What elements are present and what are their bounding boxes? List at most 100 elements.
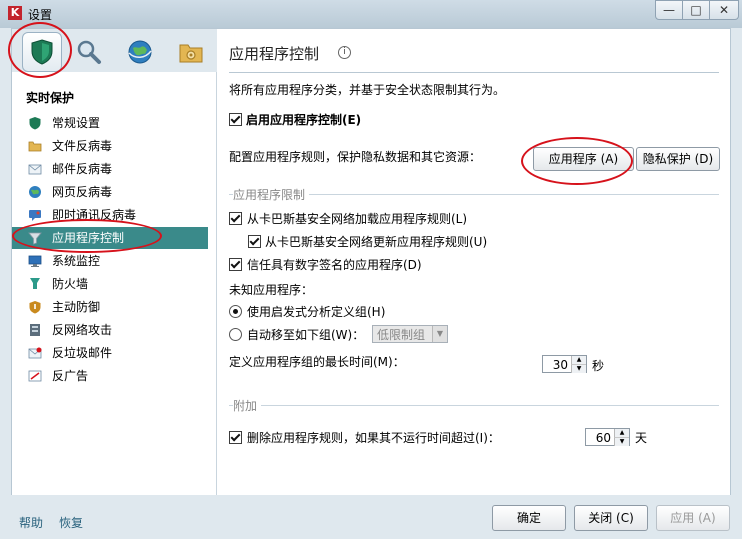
- sidebar-item-label: 主动防御: [52, 300, 101, 314]
- max-time-label: 定义应用程序组的最长时间(M)：: [229, 355, 405, 369]
- ok-button[interactable]: 确定: [492, 505, 566, 531]
- sidebar-item-system-watcher[interactable]: 系统监控: [12, 250, 208, 272]
- sidebar-item-application-control[interactable]: 应用程序控制: [12, 227, 208, 249]
- settings-window: K 设置 — □ ✕ 实时保护 常规设置 文件反病毒 邮件反病毒 网页反病毒 即…: [0, 0, 742, 539]
- chevron-down-icon: ▼: [432, 326, 447, 342]
- sidebar-item-label: 系统监控: [52, 254, 101, 268]
- sidebar-item-label: 常规设置: [52, 116, 101, 130]
- shield-icon: [29, 117, 41, 130]
- max-time-unit: 秒: [592, 359, 605, 373]
- magnifier-icon: [77, 40, 101, 64]
- content-pane: 应用程序控制 i 将所有应用程序分类，并基于安全状态限制其行为。 启用应用程序控…: [217, 29, 730, 496]
- unknown-apps-label: 未知应用程序：: [229, 283, 314, 297]
- delete-rules-label: 删除应用程序规则，如果其不运行时间超过(I)：: [247, 431, 500, 445]
- network-icon: [30, 324, 40, 336]
- delete-days-value: 60: [595, 431, 611, 445]
- ad-block-icon: [28, 370, 42, 382]
- spin-up-icon[interactable]: ▲: [571, 356, 586, 365]
- shield-icon: [31, 39, 53, 65]
- update-rules-checkbox[interactable]: [248, 235, 261, 248]
- load-rules-checkbox[interactable]: [229, 212, 242, 225]
- main-panel: 实时保护 常规设置 文件反病毒 邮件反病毒 网页反病毒 即时通讯反病毒 应用程序…: [11, 28, 731, 497]
- sidebar-item-anti-banner[interactable]: 反广告: [12, 365, 208, 387]
- sidebar-item-mail-antivirus[interactable]: 邮件反病毒: [12, 158, 208, 180]
- tab-update[interactable]: [123, 35, 157, 69]
- delete-rules-checkbox[interactable]: [229, 431, 242, 444]
- monitor-icon: [28, 255, 42, 267]
- sidebar-item-network-attack-blocker[interactable]: 反网络攻击: [12, 319, 208, 341]
- sidebar-item-file-antivirus[interactable]: 文件反病毒: [12, 135, 208, 157]
- category-tabs: [12, 29, 217, 73]
- description-text: 将所有应用程序分类，并基于安全状态限制其行为。: [229, 83, 506, 97]
- sidebar-item-label: 网页反病毒: [52, 185, 113, 199]
- group-select-value: 低限制组: [377, 328, 426, 342]
- sidebar-item-label: 文件反病毒: [52, 139, 113, 153]
- delete-days-stepper[interactable]: 60 ▲ ▼: [585, 428, 630, 446]
- enable-app-control-label: 启用应用程序控制(E): [246, 113, 362, 127]
- firewall-icon: [30, 278, 40, 289]
- folder-gear-icon: [179, 44, 203, 63]
- use-heuristic-radio[interactable]: [229, 305, 242, 318]
- spin-down-icon[interactable]: ▼: [614, 438, 629, 446]
- spam-mail-icon: [28, 347, 42, 359]
- update-rules-label: 从卡巴斯基安全网络更新应用程序规则(U): [265, 235, 488, 249]
- info-icon[interactable]: i: [338, 46, 351, 59]
- sidebar-item-label: 应用程序控制: [52, 231, 125, 245]
- apply-button[interactable]: 应用 (A): [656, 505, 730, 531]
- group-select[interactable]: 低限制组 ▼: [372, 325, 448, 343]
- folder-icon: [28, 141, 42, 152]
- minimize-button[interactable]: —: [655, 0, 683, 20]
- sidebar-item-label: 邮件反病毒: [52, 162, 113, 176]
- sidebar-item-general[interactable]: 常规设置: [12, 112, 208, 134]
- max-time-value: 30: [552, 358, 568, 372]
- sidebar-item-web-antivirus[interactable]: 网页反病毒: [12, 181, 208, 203]
- funnel-icon: [28, 232, 42, 245]
- close-window-button[interactable]: ✕: [709, 0, 739, 20]
- privacy-protection-button[interactable]: 隐私保护 (D): [636, 147, 720, 171]
- sidebar-item-label: 即时通讯反病毒: [52, 208, 137, 222]
- mail-icon: [28, 164, 42, 175]
- auto-move-label: 自动移至如下组(W)：: [247, 328, 365, 342]
- spin-down-icon[interactable]: ▼: [571, 365, 586, 373]
- sidebar-item-label: 反垃圾邮件: [52, 346, 113, 360]
- title-bar: K 设置 — □ ✕: [0, 0, 742, 28]
- configure-rules-label: 配置应用程序规则，保护隐私数据和其它资源：: [229, 150, 482, 164]
- page-title: 应用程序控制: [229, 45, 320, 63]
- shield-alert-icon: [29, 301, 41, 314]
- globe-icon: [29, 186, 41, 198]
- spin-up-icon[interactable]: ▲: [614, 429, 629, 438]
- use-heuristic-label: 使用启发式分析定义组(H): [247, 305, 386, 319]
- restore-link[interactable]: 恢复: [59, 514, 83, 531]
- tab-protection[interactable]: [22, 32, 62, 72]
- trust-signed-checkbox[interactable]: [229, 258, 242, 271]
- sidebar-item-label: 反广告: [52, 369, 89, 383]
- delete-days-unit: 天: [635, 431, 648, 445]
- title-divider: [229, 72, 719, 73]
- trust-signed-label: 信任具有数字签名的应用程序(D): [247, 258, 422, 272]
- close-button[interactable]: 关闭 (C): [574, 505, 648, 531]
- additional-group-line: [229, 405, 719, 406]
- tab-scan[interactable]: [72, 35, 106, 69]
- chat-icon: [29, 210, 41, 221]
- tab-options[interactable]: [174, 35, 208, 69]
- load-rules-label: 从卡巴斯基安全网络加载应用程序规则(L): [247, 212, 468, 226]
- auto-move-radio[interactable]: [229, 328, 242, 341]
- additional-group-label: 附加: [233, 397, 262, 414]
- sidebar-item-proactive-defense[interactable]: 主动防御: [12, 296, 208, 318]
- max-time-stepper[interactable]: 30 ▲ ▼: [542, 355, 587, 373]
- sidebar-header: 实时保护: [26, 91, 75, 105]
- sidebar-item-label: 反网络攻击: [52, 323, 113, 337]
- sidebar-item-label: 防火墙: [52, 277, 89, 291]
- sidebar-item-firewall[interactable]: 防火墙: [12, 273, 208, 295]
- sidebar-item-im-antivirus[interactable]: 即时通讯反病毒: [12, 204, 208, 226]
- sidebar-item-anti-spam[interactable]: 反垃圾邮件: [12, 342, 208, 364]
- kaspersky-logo-icon: K: [8, 6, 22, 20]
- sidebar: 实时保护 常规设置 文件反病毒 邮件反病毒 网页反病毒 即时通讯反病毒 应用程序…: [12, 72, 217, 496]
- enable-app-control-checkbox[interactable]: [229, 113, 242, 126]
- help-link[interactable]: 帮助: [19, 514, 43, 531]
- applications-button[interactable]: 应用程序 (A): [533, 147, 634, 171]
- maximize-button[interactable]: □: [682, 0, 710, 20]
- window-title: 设置: [28, 8, 53, 22]
- footer-bar: 帮助 恢复 确定 关闭 (C) 应用 (A): [0, 495, 742, 539]
- globe-icon: [128, 40, 152, 64]
